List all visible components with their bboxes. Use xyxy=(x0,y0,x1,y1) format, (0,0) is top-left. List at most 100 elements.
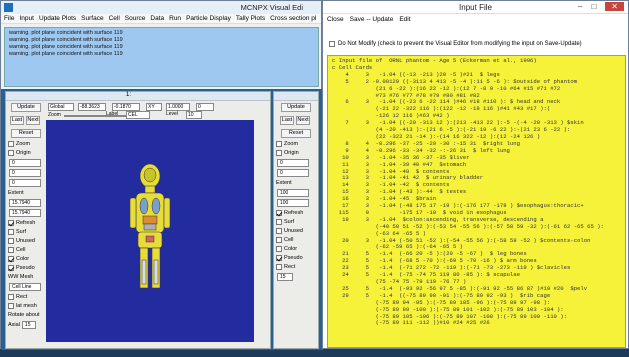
y-coord-field[interactable]: -0.1870 xyxy=(112,103,140,111)
checkbox-box[interactable] xyxy=(276,255,282,261)
surf-label: Surf xyxy=(16,229,27,235)
lat-mesh-checkbox[interactable]: lat mesh xyxy=(8,303,44,309)
origin-field-2b[interactable]: 0 xyxy=(277,169,309,177)
close-icon[interactable]: ✕ xyxy=(605,2,624,11)
menu-run[interactable]: Run xyxy=(169,15,181,22)
origin-field-2a[interactable]: 0 xyxy=(277,159,309,167)
refresh-checkbox[interactable]: Refresh xyxy=(8,220,44,226)
last-button-2[interactable]: Last xyxy=(280,116,294,125)
checkbox-box[interactable] xyxy=(8,265,14,271)
checkbox-box[interactable] xyxy=(8,303,14,309)
x-coord-field[interactable]: -88.3623 xyxy=(78,103,106,111)
axial-label: Axial xyxy=(8,322,20,328)
checkbox-box[interactable] xyxy=(8,220,14,226)
next-button[interactable]: Next xyxy=(26,116,40,125)
zoom-checkbox[interactable]: Zoom xyxy=(8,141,44,147)
menu-update-plots[interactable]: Update Plots xyxy=(39,15,76,22)
unused-checkbox[interactable]: Unused xyxy=(8,238,44,244)
label-mode-select[interactable]: CEL xyxy=(126,111,150,119)
pseudo-checkbox[interactable]: Pseudo xyxy=(8,265,44,271)
axial-field[interactable]: 15 xyxy=(21,321,36,329)
surf-checkbox-2[interactable]: Surf xyxy=(276,219,316,225)
cell-checkbox[interactable]: Cell xyxy=(8,247,44,253)
menu-source[interactable]: Source xyxy=(125,15,146,22)
input-file-menubar: Close Save -- Update Edit xyxy=(323,14,628,24)
cell-line-select[interactable]: Cell Line xyxy=(9,283,41,291)
checkbox-box[interactable] xyxy=(8,141,14,147)
plane-select[interactable]: XY xyxy=(146,103,162,111)
do-not-modify-checkbox[interactable]: Do Not Modify (check to prevent the Visu… xyxy=(329,41,582,47)
origin-y-field[interactable]: 0 xyxy=(9,169,41,177)
checkbox-box[interactable] xyxy=(8,238,14,244)
level-field[interactable]: 10 xyxy=(186,111,202,119)
maximize-icon[interactable]: □ xyxy=(591,2,596,11)
input-file-window: Input File – □ ✕ Close Save -- Update Ed… xyxy=(322,0,629,349)
cell-checkbox-2[interactable]: Cell xyxy=(276,237,316,243)
unused-checkbox-2[interactable]: Unused xyxy=(276,228,316,234)
checkbox-box[interactable] xyxy=(276,210,282,216)
menu-cell[interactable]: Cell xyxy=(109,15,120,22)
level-text: Level xyxy=(166,111,178,117)
checkbox-box[interactable] xyxy=(276,228,282,234)
view-select[interactable]: Global xyxy=(48,103,74,111)
checkbox-box[interactable] xyxy=(276,237,282,243)
surf-label-2: Surf xyxy=(284,219,295,225)
update-button[interactable]: Update xyxy=(11,103,41,112)
extent-field-2b[interactable]: 100 xyxy=(277,199,309,207)
checkbox-box[interactable] xyxy=(8,256,14,262)
menu-particle-display[interactable]: Particle Display xyxy=(186,15,231,22)
color-checkbox-2[interactable]: Color xyxy=(276,246,316,252)
menu-save-update[interactable]: Save -- Update xyxy=(350,16,394,23)
refresh-checkbox-2[interactable]: Refresh xyxy=(276,210,316,216)
cell-label: Cell xyxy=(16,247,26,253)
update-button-2[interactable]: Update xyxy=(281,103,311,112)
menu-input[interactable]: Input xyxy=(19,15,33,22)
menu-surface[interactable]: Surface xyxy=(81,15,103,22)
checkbox-box[interactable] xyxy=(276,150,282,156)
menu-data[interactable]: Data xyxy=(150,15,164,22)
color-checkbox[interactable]: Color xyxy=(8,256,44,262)
surf-checkbox[interactable]: Surf xyxy=(8,229,44,235)
checkbox-box[interactable] xyxy=(8,294,14,300)
menu-edit[interactable]: Edit xyxy=(399,16,410,23)
checkbox-box[interactable] xyxy=(8,229,14,235)
menu-cross-section[interactable]: Cross section pl xyxy=(270,15,316,22)
checkbox-box[interactable] xyxy=(8,247,14,253)
minimize-icon[interactable]: – xyxy=(578,2,582,11)
origin-z-field[interactable]: 0 xyxy=(9,179,41,187)
origin-label-2: Origin xyxy=(284,150,299,156)
menu-file[interactable]: File xyxy=(4,15,14,22)
extent-y-field[interactable]: 15.7940 xyxy=(9,209,41,217)
checkbox-box[interactable] xyxy=(276,141,282,147)
checkbox-box[interactable] xyxy=(8,150,14,156)
last-button[interactable]: Last xyxy=(10,116,24,125)
origin-checkbox-2[interactable]: Origin xyxy=(276,150,316,156)
rect-checkbox[interactable]: Rect xyxy=(8,294,44,300)
checkbox-box[interactable] xyxy=(329,41,335,47)
geometry-plot[interactable] xyxy=(46,120,254,342)
label-text: Label xyxy=(106,111,119,117)
plot-window-title: 1: xyxy=(126,92,132,98)
origin-x-field[interactable]: 0 xyxy=(9,159,41,167)
scale-field[interactable]: 1.0000 xyxy=(166,103,190,111)
zoom-checkbox-2[interactable]: Zoom xyxy=(276,141,316,147)
pseudo-checkbox-2[interactable]: Pseudo xyxy=(276,255,316,261)
extent-field-2a[interactable]: 100 xyxy=(277,189,309,197)
menu-close[interactable]: Close xyxy=(327,16,344,23)
zero-field[interactable]: 0 xyxy=(196,103,214,111)
input-file-editor[interactable]: c Input file of ORNL phantom - Age 5 (Ec… xyxy=(327,55,626,348)
reset-button[interactable]: Reset xyxy=(11,129,41,138)
input-file-titlebar: Input File – □ ✕ xyxy=(323,1,628,14)
checkbox-box[interactable] xyxy=(276,219,282,225)
rect-checkbox-2[interactable]: Rect xyxy=(276,264,316,270)
origin-checkbox[interactable]: Origin xyxy=(8,150,44,156)
extent-x-field[interactable]: 15.7940 xyxy=(9,199,41,207)
checkbox-box[interactable] xyxy=(276,264,282,270)
cell-label-2: Cell xyxy=(284,237,294,243)
reset-button-2[interactable]: Reset xyxy=(281,129,311,138)
axial-field-2[interactable]: 15 xyxy=(277,273,293,281)
next-button-2[interactable]: Next xyxy=(296,116,310,125)
checkbox-box[interactable] xyxy=(276,246,282,252)
menu-tally-plots[interactable]: Tally Plots xyxy=(236,15,265,22)
secondary-panel-titlebar xyxy=(274,92,318,101)
